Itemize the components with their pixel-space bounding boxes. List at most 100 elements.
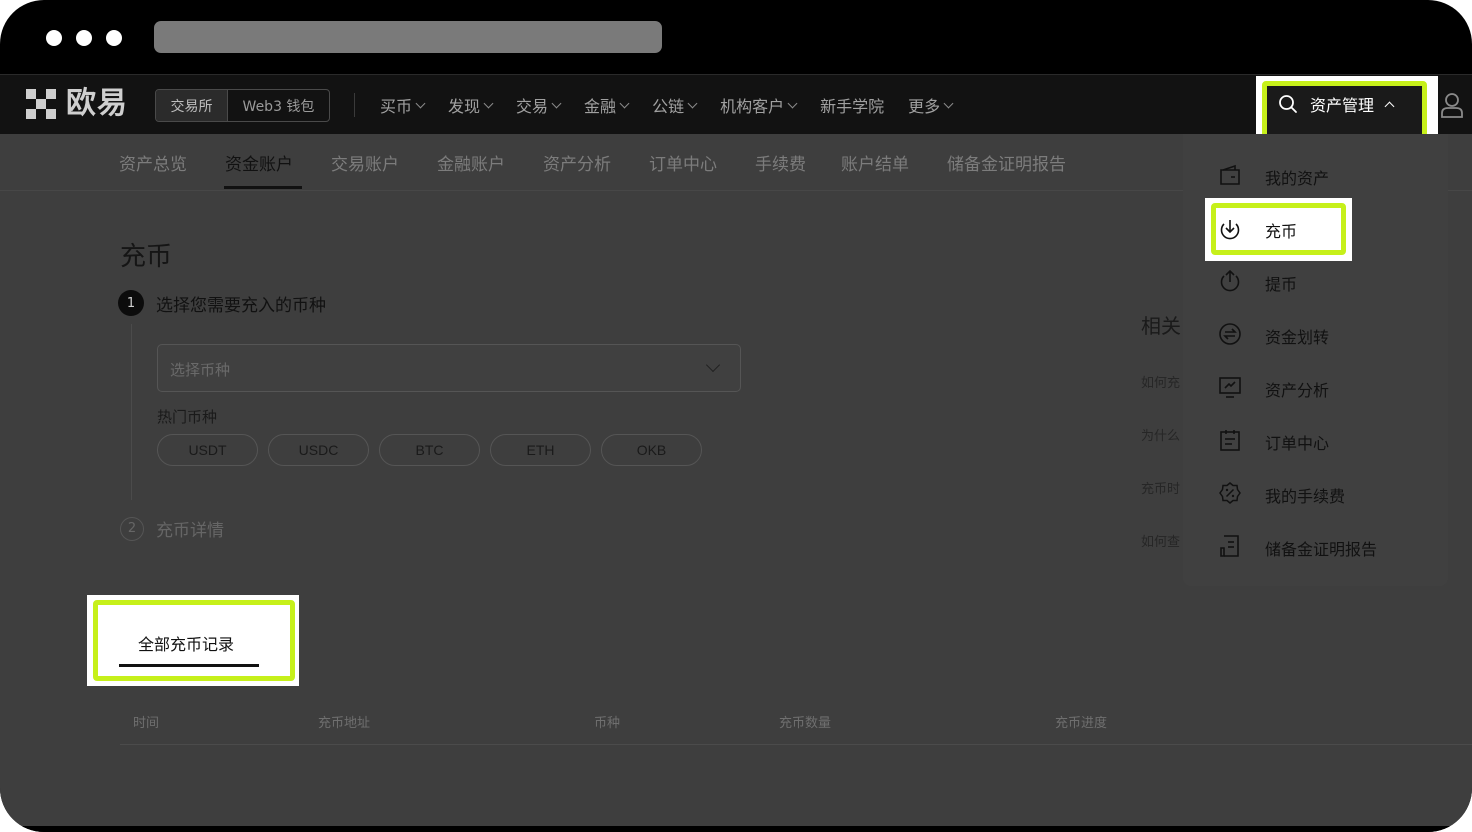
dropdown-item-label: 资产分析 bbox=[1265, 381, 1330, 400]
search-icon[interactable] bbox=[1278, 94, 1298, 114]
faq-item[interactable]: 如何充 bbox=[1141, 372, 1180, 391]
menu-label: 交易 bbox=[516, 97, 549, 116]
menu-chain[interactable]: 公链 bbox=[652, 93, 698, 117]
subnav-proof-of-reserves[interactable]: 储备金证明报告 bbox=[947, 150, 1066, 175]
chevron-down-icon bbox=[551, 98, 562, 108]
menu-label: 买币 bbox=[380, 97, 413, 116]
subnav-statements[interactable]: 账户结单 bbox=[841, 150, 909, 175]
menu-label: 机构客户 bbox=[720, 97, 785, 116]
dropdown-item-my-fees[interactable]: 我的手续费 bbox=[1183, 472, 1448, 512]
withdraw-icon bbox=[1220, 269, 1240, 292]
menu-label: 新手学院 bbox=[820, 97, 885, 116]
menu-discover[interactable]: 发现 bbox=[448, 93, 494, 117]
page-title: 充币 bbox=[120, 242, 173, 272]
faq-item[interactable]: 充币时 bbox=[1141, 478, 1180, 497]
dropdown-item-label: 提币 bbox=[1265, 275, 1298, 294]
report-icon bbox=[1220, 535, 1239, 557]
mode-wallet-tab[interactable]: Web3 钱包 bbox=[228, 90, 329, 121]
window-close-dot[interactable] bbox=[46, 30, 62, 46]
active-tab-underline bbox=[224, 186, 302, 189]
window-minimize-dot[interactable] bbox=[76, 30, 92, 46]
dropdown-item-label: 我的资产 bbox=[1265, 169, 1330, 188]
menu-label: 公链 bbox=[652, 97, 685, 116]
analysis-icon bbox=[1219, 377, 1241, 398]
step-2-label: 充币详情 bbox=[156, 521, 224, 541]
coin-select-placeholder: 选择币种 bbox=[170, 361, 231, 379]
faq-item[interactable]: 为什么 bbox=[1141, 425, 1180, 444]
dropdown-item-proof-of-reserves[interactable]: 储备金证明报告 bbox=[1183, 525, 1448, 565]
window-bottom-edge bbox=[0, 826, 1472, 832]
order-icon bbox=[1220, 430, 1240, 451]
brand-name: 欧易 bbox=[66, 86, 128, 121]
menu-more[interactable]: 更多 bbox=[908, 93, 954, 117]
coin-chip-usdt[interactable]: USDT bbox=[157, 434, 258, 466]
coin-chip-eth[interactable]: ETH bbox=[490, 434, 591, 466]
coin-select[interactable]: 选择币种 bbox=[157, 344, 741, 392]
nav-divider bbox=[354, 93, 355, 117]
column-header-progress: 充币进度 bbox=[1055, 716, 1108, 731]
column-header-time: 时间 bbox=[133, 716, 160, 731]
coin-chip-okb[interactable]: OKB bbox=[601, 434, 702, 466]
dropdown-item-my-assets[interactable]: 我的资产 bbox=[1183, 154, 1448, 194]
column-header-coin: 币种 bbox=[594, 716, 621, 731]
step-1-badge: 1 bbox=[118, 290, 144, 316]
window-maximize-dot[interactable] bbox=[106, 30, 122, 46]
chevron-down-icon bbox=[483, 98, 494, 108]
faq-title: 相关 bbox=[1141, 314, 1181, 338]
hot-coins-list: USDT USDC BTC ETH OKB bbox=[157, 434, 702, 466]
menu-label: 发现 bbox=[448, 97, 481, 116]
chevron-down-icon bbox=[415, 98, 426, 108]
dropdown-item-order-center[interactable]: 订单中心 bbox=[1183, 419, 1448, 459]
deposit-icon bbox=[1220, 220, 1240, 240]
chevron-down-icon bbox=[943, 98, 954, 108]
chevron-down-icon bbox=[705, 357, 721, 373]
column-header-address: 充币地址 bbox=[318, 716, 371, 731]
coin-chip-usdc[interactable]: USDC bbox=[268, 434, 369, 466]
menu-institutional[interactable]: 机构客户 bbox=[720, 93, 798, 117]
brand-logo[interactable]: 欧易 bbox=[26, 89, 128, 119]
fee-icon bbox=[1219, 482, 1241, 504]
records-tab-underline bbox=[119, 664, 259, 667]
dropdown-item-asset-analysis[interactable]: 资产分析 bbox=[1183, 366, 1448, 406]
menu-finance[interactable]: 金融 bbox=[584, 93, 630, 117]
deposit-item-label: 充币 bbox=[1265, 222, 1298, 241]
deposit-item-focused[interactable]: 充币 bbox=[1218, 216, 1338, 242]
mode-exchange-tab[interactable]: 交易所 bbox=[156, 90, 228, 121]
address-bar[interactable] bbox=[154, 21, 662, 53]
table-header-divider bbox=[120, 744, 1472, 745]
dropdown-item-label: 资金划转 bbox=[1265, 328, 1330, 347]
chevron-down-icon bbox=[787, 98, 798, 108]
subnav-funding-account[interactable]: 资金账户 bbox=[225, 150, 293, 175]
menu-academy[interactable]: 新手学院 bbox=[820, 93, 884, 117]
step-connector bbox=[131, 324, 132, 500]
dropdown-item-transfer[interactable]: 资金划转 bbox=[1183, 313, 1448, 353]
browser-window: 欧易 交易所 Web3 钱包 买币 发现 交易 金融 公链 机构客户 新手学院 … bbox=[0, 0, 1472, 832]
subnav-trading-account[interactable]: 交易账户 bbox=[331, 150, 399, 175]
dropdown-item-label: 储备金证明报告 bbox=[1265, 540, 1378, 559]
chevron-down-icon bbox=[687, 98, 698, 108]
subnav-overview[interactable]: 资产总览 bbox=[119, 150, 187, 175]
user-icon[interactable] bbox=[1440, 92, 1464, 118]
menu-label: 更多 bbox=[908, 97, 941, 116]
column-header-amount: 充币数量 bbox=[779, 716, 832, 731]
coin-chip-btc[interactable]: BTC bbox=[379, 434, 480, 466]
subnav-finance-account[interactable]: 金融账户 bbox=[437, 150, 505, 175]
subnav-fees[interactable]: 手续费 bbox=[755, 150, 806, 175]
all-deposit-records-tab[interactable]: 全部充币记录 bbox=[138, 631, 234, 655]
main-menu: 买币 发现 交易 金融 公链 机构客户 新手学院 更多 bbox=[380, 75, 976, 135]
step-1: 1 选择您需要充入的币种 bbox=[118, 290, 326, 316]
asset-menu-label: 资产管理 bbox=[1310, 96, 1375, 115]
dropdown-item-withdraw[interactable]: 提币 bbox=[1183, 260, 1448, 300]
subnav-asset-analysis[interactable]: 资产分析 bbox=[543, 150, 611, 175]
step-2: 2 充币详情 bbox=[120, 516, 224, 541]
chevron-down-icon bbox=[619, 98, 630, 108]
asset-menu-trigger[interactable]: 资产管理 bbox=[1278, 92, 1395, 116]
transfer-icon bbox=[1219, 323, 1241, 345]
top-nav: 欧易 交易所 Web3 钱包 买币 发现 交易 金融 公链 机构客户 新手学院 … bbox=[0, 74, 1472, 134]
menu-label: 金融 bbox=[584, 97, 617, 116]
wallet-icon bbox=[1220, 164, 1240, 185]
menu-buy-crypto[interactable]: 买币 bbox=[380, 93, 426, 117]
subnav-order-center[interactable]: 订单中心 bbox=[649, 150, 717, 175]
menu-trade[interactable]: 交易 bbox=[516, 93, 562, 117]
faq-item[interactable]: 如何查 bbox=[1141, 531, 1180, 550]
